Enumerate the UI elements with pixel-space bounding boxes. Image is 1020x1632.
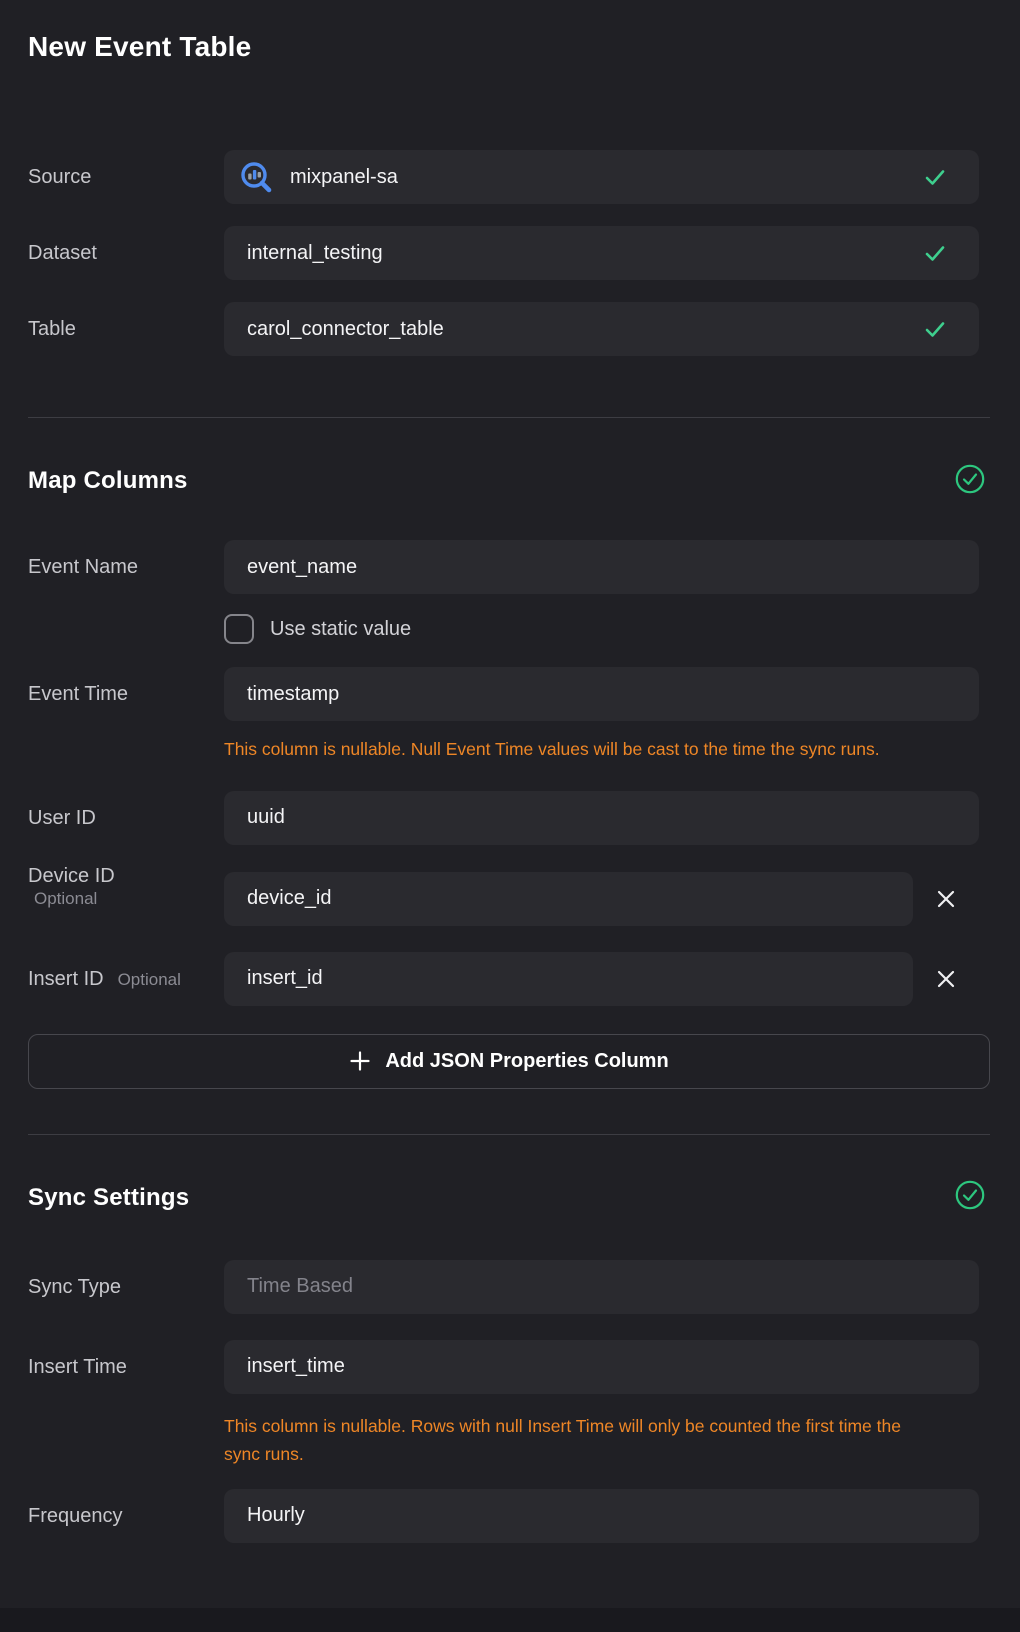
source-label: Source xyxy=(28,165,224,189)
dataset-field[interactable]: internal_testing xyxy=(224,226,979,280)
user-id-row: User ID uuid xyxy=(28,791,979,845)
static-value-row: Use static value xyxy=(224,614,990,644)
sync-settings-title: Sync Settings xyxy=(28,1184,189,1212)
insert-time-field[interactable]: insert_time xyxy=(224,1340,979,1394)
event-name-label: Event Name xyxy=(28,555,224,579)
insert-time-row: Insert Time insert_time xyxy=(28,1340,979,1394)
table-row: Table carol_connector_table xyxy=(28,302,979,356)
device-id-clear-button[interactable] xyxy=(913,889,979,909)
section-divider xyxy=(28,417,990,418)
use-static-value-label: Use static value xyxy=(270,618,411,641)
table-label: Table xyxy=(28,317,224,341)
event-name-row: Event Name event_name xyxy=(28,540,979,594)
insert-id-row: Insert ID Optional insert_id xyxy=(28,952,979,1006)
source-field[interactable]: mixpanel-sa xyxy=(224,150,979,204)
map-columns-header: Map Columns xyxy=(28,466,985,496)
insert-time-label: Insert Time xyxy=(28,1355,224,1379)
new-event-table-form: New Event Table Source mixpanel-sa Datas… xyxy=(0,0,1020,1543)
frequency-field[interactable]: Hourly xyxy=(224,1489,979,1543)
insert-id-label-group: Insert ID Optional xyxy=(28,967,224,991)
frequency-row: Frequency Hourly xyxy=(28,1489,979,1543)
sync-type-row: Sync Type Time Based xyxy=(28,1260,979,1314)
dataset-valid-check-icon xyxy=(923,241,947,265)
page-title: New Event Table xyxy=(28,31,990,63)
section-divider xyxy=(28,1134,990,1135)
sync-type-value: Time Based xyxy=(247,1275,353,1298)
add-json-properties-button[interactable]: Add JSON Properties Column xyxy=(28,1034,990,1089)
event-name-value: event_name xyxy=(247,556,357,579)
event-time-label: Event Time xyxy=(28,682,224,706)
user-id-field[interactable]: uuid xyxy=(224,791,979,845)
plus-icon xyxy=(349,1050,371,1072)
dataset-label: Dataset xyxy=(28,241,224,265)
source-valid-check-icon xyxy=(923,165,947,189)
device-id-optional-label: Optional xyxy=(28,888,224,910)
add-json-properties-label: Add JSON Properties Column xyxy=(385,1050,668,1073)
event-time-row: Event Time timestamp xyxy=(28,667,979,721)
dataset-row: Dataset internal_testing xyxy=(28,226,979,280)
user-id-label: User ID xyxy=(28,806,224,830)
use-static-value-checkbox[interactable] xyxy=(224,614,254,644)
table-value: carol_connector_table xyxy=(247,318,444,341)
sync-type-label: Sync Type xyxy=(28,1275,224,1299)
insert-id-value: insert_id xyxy=(247,967,323,990)
user-id-value: uuid xyxy=(247,806,285,829)
map-columns-title: Map Columns xyxy=(28,467,188,495)
device-id-label: Device ID xyxy=(28,864,224,888)
event-time-value: timestamp xyxy=(247,683,339,706)
close-icon xyxy=(936,889,956,909)
event-name-field[interactable]: event_name xyxy=(224,540,979,594)
insert-time-nullable-warning: This column is nullable. Rows with null … xyxy=(224,1412,940,1469)
insert-time-value: insert_time xyxy=(247,1355,345,1378)
frequency-value: Hourly xyxy=(247,1504,305,1527)
insert-id-field[interactable]: insert_id xyxy=(224,952,913,1006)
event-time-field[interactable]: timestamp xyxy=(224,667,979,721)
device-id-label-group: Device ID Optional xyxy=(28,864,224,910)
bigquery-icon xyxy=(238,159,274,195)
event-time-nullable-warning: This column is nullable. Null Event Time… xyxy=(224,735,940,764)
section-complete-check-icon xyxy=(955,1180,985,1215)
table-field[interactable]: carol_connector_table xyxy=(224,302,979,356)
source-value: mixpanel-sa xyxy=(290,166,398,189)
frequency-label: Frequency xyxy=(28,1504,224,1528)
close-icon xyxy=(936,969,956,989)
table-valid-check-icon xyxy=(923,317,947,341)
dataset-value: internal_testing xyxy=(247,242,383,265)
device-id-value: device_id xyxy=(247,887,332,910)
section-complete-check-icon xyxy=(955,464,985,499)
source-row: Source mixpanel-sa xyxy=(28,150,979,204)
device-id-field[interactable]: device_id xyxy=(224,872,913,926)
panel-bottom-edge xyxy=(0,1608,1020,1632)
insert-id-label: Insert ID xyxy=(28,967,104,991)
device-id-row: Device ID Optional device_id xyxy=(28,872,979,926)
sync-type-field: Time Based xyxy=(224,1260,979,1314)
insert-id-clear-button[interactable] xyxy=(913,969,979,989)
sync-settings-header: Sync Settings xyxy=(28,1183,985,1213)
insert-id-optional-label: Optional xyxy=(112,969,181,991)
